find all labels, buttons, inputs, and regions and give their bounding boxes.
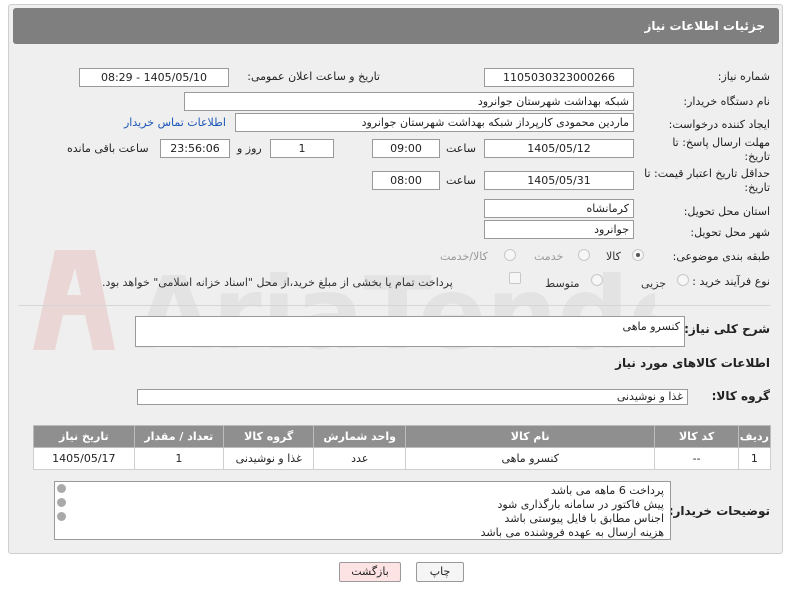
category-option-goods-service: کالا/خدمت [440, 250, 488, 263]
deadline-date-field: 1405/05/12 [484, 139, 634, 158]
creator-label: ایجاد کننده درخواست: [668, 118, 770, 131]
category-radio-goods-service[interactable] [504, 249, 516, 261]
category-option-service: خدمت [534, 250, 564, 263]
process-radio-minor[interactable] [677, 274, 689, 286]
goods-group-field: غذا و نوشیدنی [137, 389, 688, 405]
print-button[interactable]: چاپ [416, 562, 464, 582]
col-header-unit: واحد شمارش [313, 425, 406, 448]
province-label: استان محل تحویل: [683, 205, 770, 218]
col-header-date: تاریخ نیاز [33, 425, 135, 448]
buyer-notes-field[interactable]: پرداخت 6 ماهه می باشد پیش فاکتور در ساما… [54, 481, 671, 540]
table-header-row: ردیف کد کالا نام کالا واحد شمارش گروه کا… [33, 425, 772, 448]
cell-row: 1 [737, 447, 772, 470]
divider [18, 305, 770, 306]
remaining-days-field: 1 [270, 139, 334, 158]
process-radio-medium[interactable] [591, 274, 603, 286]
col-header-code: کد کالا [654, 425, 739, 448]
need-number-label: شماره نیاز: [717, 70, 770, 83]
deadline-time-label: ساعت [446, 142, 476, 155]
need-number-field: 1105030323000266 [484, 68, 634, 87]
note-line: اجناس مطابق با فایل پیوستی باشد [504, 512, 664, 525]
creator-field: ماردین محمودی کارپرداز شبکه بهداشت شهرست… [235, 113, 634, 132]
province-field: کرمانشاه [484, 199, 634, 218]
buyer-org-field: شبکه بهداشت شهرستان جوانرود [184, 92, 634, 111]
cell-group: غذا و نوشیدنی [223, 447, 315, 470]
process-option-medium: متوسط [545, 277, 580, 290]
announce-label: تاریخ و ساعت اعلان عمومی: [247, 70, 380, 83]
category-radio-service[interactable] [578, 249, 590, 261]
category-radio-goods[interactable] [632, 249, 644, 261]
note-line: پیش فاکتور در سامانه بارگذاری شود [497, 498, 664, 511]
deadline-time-field: 09:00 [372, 139, 440, 158]
cell-name: کنسرو ماهی [404, 447, 656, 470]
goods-section-title: اطلاعات کالاهای مورد نیاز [615, 356, 770, 370]
buyer-notes-label: توضیحات خریدار: [668, 504, 770, 518]
description-field: کنسرو ماهی [135, 316, 685, 347]
page-title: جزئیات اطلاعات نیاز [13, 8, 779, 44]
announce-datetime-field: 1405/05/10 - 08:29 [79, 68, 229, 87]
remaining-label: ساعت باقی مانده [67, 142, 149, 155]
process-option-minor: جزیی [641, 277, 667, 290]
back-button[interactable]: بازگشت [339, 562, 401, 582]
col-header-row: ردیف [737, 425, 772, 448]
goods-group-label: گروه کالا: [711, 389, 770, 403]
payment-treasury-checkbox[interactable] [509, 272, 521, 284]
payment-treasury-text: پرداخت تمام یا بخشی از مبلغ خرید،از محل … [102, 276, 453, 289]
col-header-name: نام کالا [404, 425, 656, 448]
scroll-down-dot[interactable] [57, 512, 66, 521]
cell-quantity: 1 [133, 447, 225, 470]
cell-unit: عدد [313, 447, 406, 470]
validity-time-label: ساعت [446, 174, 476, 187]
scroll-up-dot[interactable] [57, 484, 66, 493]
remaining-time-field: 23:56:06 [160, 139, 230, 158]
city-field: جوانرود [484, 220, 634, 239]
validity-label: حداقل تاریخ اعتبار قیمت: تا تاریخ: [644, 167, 770, 194]
validity-date-field: 1405/05/31 [484, 171, 634, 190]
table-row: 1 -- کنسرو ماهی عدد غذا و نوشیدنی 1 1405… [33, 447, 772, 470]
days-label: روز و [237, 142, 262, 155]
cell-code: -- [654, 447, 739, 470]
note-line: پرداخت 6 ماهه می باشد [550, 484, 664, 497]
scroll-thumb-dot[interactable] [57, 498, 66, 507]
deadline-label: مهلت ارسال پاسخ: تا تاریخ: [672, 136, 770, 163]
category-label: طبقه بندی موضوعی: [672, 250, 770, 263]
validity-time-field: 08:00 [372, 171, 440, 190]
col-header-group: گروه کالا [223, 425, 315, 448]
cell-date: 1405/05/17 [33, 447, 135, 470]
items-table: ردیف کد کالا نام کالا واحد شمارش گروه کا… [33, 425, 772, 470]
buyer-org-label: نام دستگاه خریدار: [683, 95, 770, 108]
category-option-goods: کالا [606, 250, 621, 263]
process-label: نوع فرآیند خرید : [692, 275, 770, 288]
col-header-quantity: تعداد / مقدار [133, 425, 225, 448]
description-label: شرح کلی نیاز: [684, 322, 770, 336]
city-label: شهر محل تحویل: [690, 226, 770, 239]
note-line: هزینه ارسال به عهده فروشنده می باشد [480, 526, 664, 539]
buyer-contact-link[interactable]: اطلاعات تماس خریدار [124, 116, 226, 129]
